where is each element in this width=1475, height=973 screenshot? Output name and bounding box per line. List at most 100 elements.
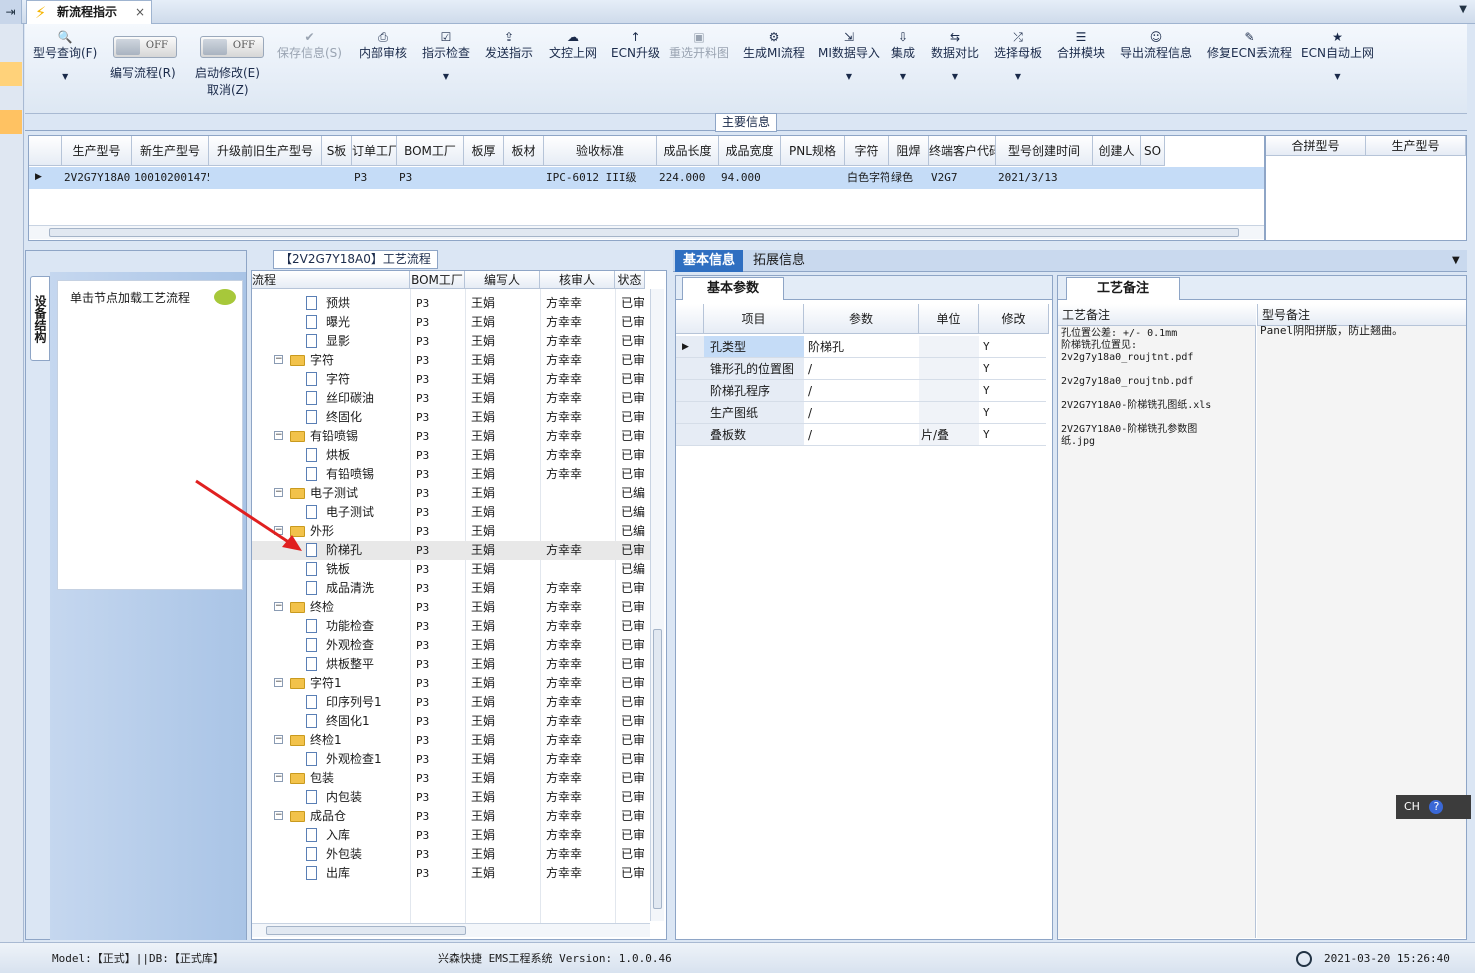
param-value[interactable]: / [808, 380, 812, 402]
column-header[interactable]: 成品长度 [657, 136, 719, 166]
chevron-down-icon[interactable]: ▼ [33, 72, 97, 81]
chevron-down-icon[interactable]: ▼ [994, 72, 1042, 81]
tree-row[interactable]: −外形P3王娟已编写 [252, 522, 662, 541]
collapse-icon[interactable]: − [274, 355, 283, 364]
column-header[interactable]: 字符 [845, 136, 889, 166]
tree-row[interactable]: 外观检查1 P3 王娟 方幸幸 已审核 [252, 750, 662, 769]
write-process-toggle[interactable]: OFF [113, 36, 177, 58]
column-header[interactable]: 流程 [252, 271, 410, 289]
column-header[interactable]: 新生产型号 [132, 136, 209, 166]
column-header[interactable]: 阻焊 [889, 136, 929, 166]
tree-row[interactable]: − 字符1 P3 王娟 方幸幸 已审核 [252, 674, 662, 693]
tree-row[interactable]: 丝印碳油 P3 王娟 方幸幸 已审核 [252, 389, 662, 408]
toolbar-button[interactable]: ⇪ 发送指示 [485, 30, 533, 62]
column-header[interactable]: BOM工厂 [410, 271, 465, 289]
load-hint[interactable]: 单击节点加载工艺流程 [70, 289, 190, 306]
tree-row[interactable]: − 终检1 P3 王娟 方幸幸 已审核 [252, 731, 662, 750]
collapse-icon[interactable]: − [274, 811, 283, 820]
scrollbar-thumb[interactable] [49, 228, 1239, 237]
toolbar-button[interactable]: ⚙ 生成MI流程 [743, 30, 805, 62]
column-header[interactable]: 单位 [919, 304, 979, 334]
collapse-icon[interactable]: − [274, 773, 283, 782]
tree-row[interactable]: 预烘 P3 王娟 方幸幸 已审核 [252, 294, 662, 313]
chevron-down-icon[interactable]: ▼ [1459, 4, 1467, 15]
chevron-down-icon[interactable]: ▼ [891, 72, 915, 81]
tree-row[interactable]: 外包装 P3 王娟 方幸幸 已审核 [252, 845, 662, 864]
column-header[interactable]: 终端客户代码 [929, 136, 996, 166]
chevron-down-icon[interactable]: ▼ [422, 72, 470, 81]
tree-row[interactable]: 功能检查 P3 王娟 方幸幸 已审核 [252, 617, 662, 636]
column-header[interactable]: S板 [322, 136, 352, 166]
collapse-icon[interactable]: − [274, 431, 283, 440]
tab-basic-info[interactable]: 基本信息 [675, 250, 744, 272]
horizontal-scrollbar[interactable] [252, 923, 650, 937]
table-row[interactable]: 生产图纸 / Y [676, 402, 1046, 424]
param-value[interactable]: 阶梯孔 [808, 336, 844, 358]
column-header[interactable]: 生产型号 [1366, 136, 1466, 156]
chevron-down-icon[interactable]: ▼ [1301, 72, 1374, 81]
toolbar-button[interactable]: ⤮ 选择母板 ▼ [994, 30, 1042, 81]
toolbar-button[interactable]: ⇩ 集成 ▼ [891, 30, 915, 81]
param-value[interactable]: / [808, 358, 812, 380]
toolbar-button[interactable]: ⇲ MI数据导入 ▼ [818, 30, 880, 81]
table-row[interactable]: 锥形孔的位置图 / Y [676, 358, 1046, 380]
tree-row[interactable]: 出库 P3 王娟 方幸幸 已审核 [252, 864, 662, 883]
tree-row[interactable]: −电子测试P3王娟已编写 [252, 484, 662, 503]
toolbar-button[interactable]: ☑ 指示检查 ▼ [422, 30, 470, 81]
ime-widget[interactable]: CH ? [1396, 795, 1471, 819]
toolbar-button[interactable]: ⎙ 内部审核 [359, 30, 407, 62]
param-value[interactable]: / [808, 424, 812, 446]
column-header[interactable]: 参数 [804, 304, 919, 334]
tree-row[interactable]: 入库 P3 王娟 方幸幸 已审核 [252, 826, 662, 845]
param-edit-flag[interactable]: Y [983, 402, 990, 424]
tab-device-structure[interactable]: 设备结构 [30, 276, 50, 361]
column-header[interactable]: 板材 [504, 136, 544, 166]
tree-row[interactable]: − 有铅喷锡 P3 王娟 方幸幸 已审核 [252, 427, 662, 446]
tab-new-process[interactable]: ⚡ 新流程指示 × [26, 0, 152, 25]
tree-row[interactable]: − 包装 P3 王娟 方幸幸 已审核 [252, 769, 662, 788]
toolbar-button[interactable]: ☺ 导出流程信息 [1120, 30, 1192, 62]
column-header[interactable]: SO [1141, 136, 1165, 166]
help-icon[interactable]: ? [1429, 800, 1444, 814]
tree-row[interactable]: 阶梯孔 P3 王娟 方幸幸 已审核 [252, 541, 662, 560]
tree-row[interactable]: 电子测试 P3 王娟 已编写 [252, 503, 662, 522]
tree-row[interactable]: 显影 P3 王娟 方幸幸 已审核 [252, 332, 662, 351]
horizontal-scrollbar[interactable] [29, 225, 1264, 239]
chevron-down-icon[interactable]: ▼ [818, 72, 880, 81]
exit-icon[interactable]: ⇥ [0, 0, 22, 24]
toolbar-button[interactable]: ✔ 保存信息(S) [277, 30, 342, 62]
cancel-label[interactable]: 取消(Z) [207, 81, 249, 98]
vertical-scrollbar[interactable] [650, 289, 664, 921]
tree-row[interactable]: − 字符 P3 王娟 方幸幸 已审核 [252, 351, 662, 370]
table-row[interactable]: 叠板数 / 片/叠 Y [676, 424, 1046, 446]
toolbar-button[interactable]: ★ ECN自动上网 ▼ [1301, 30, 1374, 81]
tree-row[interactable]: − 终检 P3 王娟 方幸幸 已审核 [252, 598, 662, 617]
table-row[interactable]: 阶梯孔程序 / Y [676, 380, 1046, 402]
toolbar-button[interactable]: ☁ 文控上网 [549, 30, 597, 62]
column-header[interactable]: 状态 [615, 271, 645, 289]
process-notes-textarea[interactable]: 孔位置公差: +/- 0.1mm 阶梯铣孔位置见: 2v2g7y18a0_roujt… [1058, 326, 1256, 938]
chevron-down-icon[interactable]: ▼ [1452, 255, 1460, 266]
column-header[interactable]: PNL规格 [781, 136, 845, 166]
collapse-icon[interactable]: − [274, 602, 283, 611]
tree-row[interactable]: 烘板 P3 王娟 方幸幸 已审核 [252, 446, 662, 465]
toolbar-button[interactable]: ↑ ECN升级 [611, 30, 660, 62]
tree-row[interactable]: 内包装 P3 王娟 方幸幸 已审核 [252, 788, 662, 807]
scrollbar-thumb[interactable] [653, 629, 662, 909]
tree-row[interactable]: 印序列号1 P3 王娟 方幸幸 已审核 [252, 693, 662, 712]
column-header[interactable]: 生产型号 [62, 136, 132, 166]
toolbar-button[interactable]: ⇆ 数据对比 ▼ [931, 30, 979, 81]
param-edit-flag[interactable]: Y [983, 380, 990, 402]
tree-row[interactable]: 曝光 P3 王娟 方幸幸 已审核 [252, 313, 662, 332]
param-edit-flag[interactable]: Y [983, 336, 990, 358]
column-header[interactable]: BOM工厂 [397, 136, 464, 166]
collapse-icon[interactable]: − [274, 735, 283, 744]
tree-row[interactable]: 外观检查 P3 王娟 方幸幸 已审核 [252, 636, 662, 655]
model-notes-textarea[interactable]: Panel阴阳拼版，防止翘曲。 [1257, 324, 1466, 938]
column-header[interactable]: 成品宽度 [719, 136, 781, 166]
column-header[interactable]: 项目 [704, 304, 804, 334]
column-header[interactable]: 修改 [979, 304, 1049, 334]
toolbar-button[interactable]: ✎ 修复ECN丢流程 [1207, 30, 1292, 62]
tree-row[interactable]: 烘板整平 P3 王娟 方幸幸 已审核 [252, 655, 662, 674]
tree-row[interactable]: 铣板 P3 王娟 已编写 [252, 560, 662, 579]
